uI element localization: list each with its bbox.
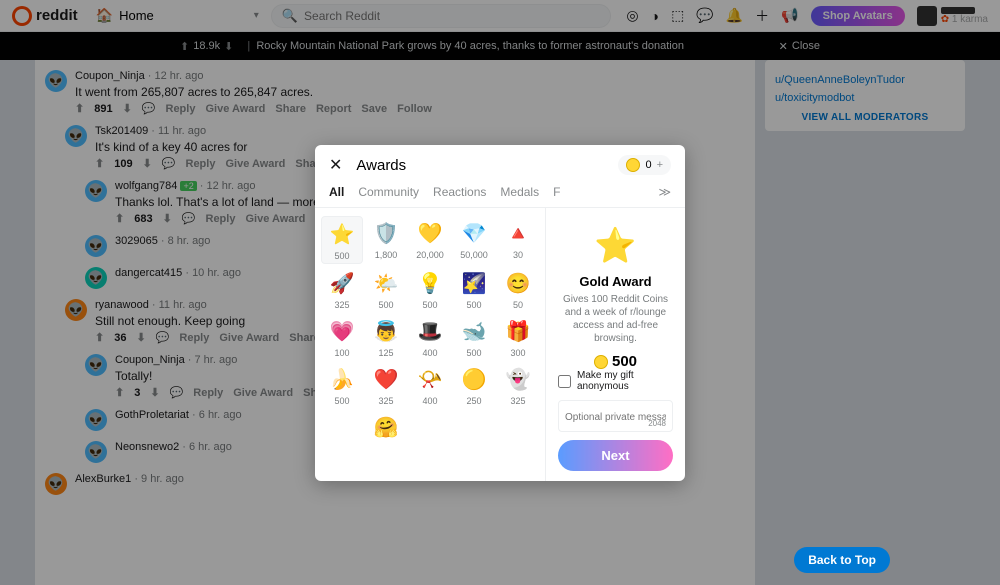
award-icon: 🎁 [503,316,533,346]
anonymous-row[interactable]: Make my gift anonymous [558,370,673,392]
award-price: 50 [499,300,537,310]
message-box[interactable]: 2048 [558,400,673,432]
award-price: 250 [455,396,493,406]
award-price: 30 [499,250,537,260]
award-icon: 💡 [415,268,445,298]
award-icon: 🔺 [503,218,533,248]
award-icon: 🤗 [371,412,401,442]
award-price: 20,000 [411,250,449,260]
awards-grid: ⭐ 500🛡️ 1,800💛 20,000💎 50,000🔺 30🚀 325🌤️… [315,208,545,481]
award-tab[interactable]: All [329,185,344,199]
award-icon: ⭐ [327,219,357,249]
award-price: 400 [411,396,449,406]
award-cell[interactable]: 📯 400 [409,362,451,408]
award-icon: 🌠 [459,268,489,298]
award-price: 1,800 [367,250,405,260]
modal-title: Awards [356,157,618,174]
award-icon: 🚀 [327,268,357,298]
award-icon: 👻 [503,364,533,394]
award-cell[interactable]: ⭐ 500 [321,216,363,264]
award-price: 500 [455,348,493,358]
award-price: 100 [323,348,361,358]
award-tab[interactable]: Medals [500,185,539,199]
award-cell[interactable]: 🐋 500 [453,314,495,360]
award-cell[interactable]: 🚀 325 [321,266,363,312]
award-cell[interactable]: 🤗 [365,410,407,446]
award-cell[interactable]: 💛 20,000 [409,216,451,264]
award-icon: 🟡 [459,364,489,394]
award-cell[interactable] [321,410,363,446]
award-icon: 💛 [415,218,445,248]
award-cell[interactable]: 👻 325 [497,362,539,408]
award-cell[interactable]: 🌤️ 500 [365,266,407,312]
anonymous-checkbox[interactable] [558,375,571,388]
add-coins-icon[interactable]: + [657,159,663,171]
award-cell[interactable]: 💗 100 [321,314,363,360]
award-price: 325 [323,300,361,310]
modal-body: ⭐ 500🛡️ 1,800💛 20,000💎 50,000🔺 30🚀 325🌤️… [315,208,685,481]
modal-overlay[interactable]: ✕ Awards 0 + All Community Reactions Medals… [0,0,1000,585]
message-char-limit: 2048 [648,419,666,428]
award-price: 500 [323,396,361,406]
award-cell[interactable]: 🌠 500 [453,266,495,312]
award-price: 325 [499,396,537,406]
coin-balance: 0 [645,159,651,171]
award-icon: 🐋 [459,316,489,346]
award-icon: 📯 [415,364,445,394]
award-icon: 🌤️ [371,268,401,298]
modal-tabs: All Community Reactions Medals F ≫ [315,185,685,208]
modal-close-button[interactable]: ✕ [329,155,342,175]
award-cell[interactable]: 🎩 400 [409,314,451,360]
award-icon: 😊 [503,268,533,298]
coin-icon [626,158,640,172]
award-tab[interactable]: Reactions [433,185,486,199]
anonymous-label: Make my gift anonymous [577,370,673,392]
award-icon: 🛡️ [371,218,401,248]
awards-modal: ✕ Awards 0 + All Community Reactions Medals… [315,145,685,481]
award-cell[interactable]: 🔺 30 [497,216,539,264]
selected-award-name: Gold Award [558,274,673,289]
award-cell[interactable]: 👼 125 [365,314,407,360]
award-cell[interactable]: 🎁 300 [497,314,539,360]
award-icon [327,412,357,442]
award-icon: 💗 [327,316,357,346]
coin-balance-pill[interactable]: 0 + [618,155,671,175]
award-price: 500 [367,300,405,310]
award-icon: ❤️ [371,364,401,394]
modal-header: ✕ Awards 0 + [315,145,685,185]
award-cell[interactable]: 😊 50 [497,266,539,312]
award-cell[interactable]: 💎 50,000 [453,216,495,264]
selected-award-cost: 500 [558,353,673,370]
award-price: 500 [455,300,493,310]
award-price: 500 [411,300,449,310]
award-price: 300 [499,348,537,358]
award-price: 400 [411,348,449,358]
award-icon: 🎩 [415,316,445,346]
award-icon: 🍌 [327,364,357,394]
award-cell[interactable]: 🛡️ 1,800 [365,216,407,264]
award-icon: 👼 [371,316,401,346]
award-icon: 💎 [459,218,489,248]
selected-award-desc: Gives 100 Reddit Coins and a week of r/l… [558,293,673,345]
award-price: 500 [324,251,360,261]
coin-icon [594,355,608,369]
selected-award-icon: ⭐ [594,224,638,268]
award-price: 125 [367,348,405,358]
award-cell[interactable]: ❤️ 325 [365,362,407,408]
award-detail-panel: ⭐ Gold Award Gives 100 Reddit Coins and … [545,208,685,481]
back-to-top-button[interactable]: Back to Top [794,547,890,573]
award-tab[interactable]: Community [358,185,419,199]
award-price: 50,000 [455,250,493,260]
award-price: 325 [367,396,405,406]
award-cell[interactable]: 💡 500 [409,266,451,312]
award-cell[interactable]: 🍌 500 [321,362,363,408]
award-cell[interactable]: 🟡 250 [453,362,495,408]
scroll-tabs-icon[interactable]: ≫ [658,185,671,199]
award-tab[interactable]: F [553,185,560,199]
next-button[interactable]: Next [558,440,673,471]
